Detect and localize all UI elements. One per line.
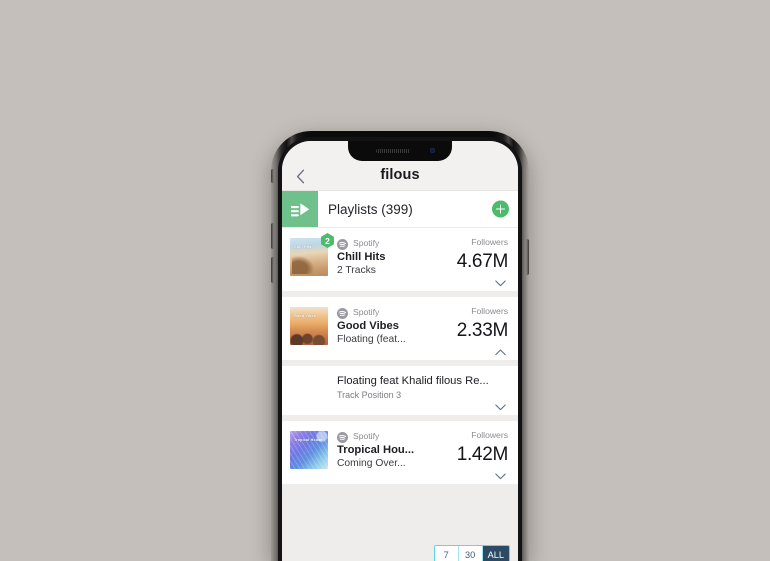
cover-title-text: Tropical House	[294, 438, 323, 442]
cover-title-text: Good Vibes	[294, 314, 316, 318]
date-range-toggle[interactable]: 7 30 ALL	[433, 545, 510, 561]
chevron-up-icon[interactable]	[290, 345, 510, 360]
back-chevron-icon[interactable]	[292, 167, 308, 185]
source-name: Spotify	[353, 430, 380, 441]
source-row: Spotify	[337, 305, 438, 319]
add-circle-icon[interactable]	[492, 200, 509, 218]
playlist-name: Tropical Hou...	[337, 444, 415, 456]
playlist-subtitle: 2 Tracks	[337, 265, 376, 276]
track-title: Floating feat Khalid filous Re...	[337, 375, 489, 387]
playlist-subtitle: Floating (feat...	[337, 334, 406, 345]
source-row: Spotify	[337, 236, 438, 250]
spotify-icon	[337, 430, 348, 443]
playlist-play-icon	[282, 191, 318, 227]
spotify-icon	[337, 237, 348, 250]
playlist-subtitle: Coming Over...	[337, 458, 406, 469]
playlist-list[interactable]: Chill Hits 2 Spotify Chill Hits 2 Tracks…	[282, 228, 518, 561]
volume-down-button[interactable]	[271, 257, 274, 283]
track-row[interactable]: Floating feat Khalid filous Re... Track …	[282, 366, 518, 415]
track-position: Track Position 3	[337, 390, 402, 400]
spotify-icon	[337, 306, 348, 319]
mute-switch-button[interactable]	[271, 169, 274, 183]
front-camera-icon	[430, 148, 435, 153]
source-name: Spotify	[353, 306, 380, 317]
page-title: filous	[380, 167, 420, 183]
playlist-thumbnail: Chill Hits 2	[290, 233, 334, 276]
playlist-row[interactable]: Tropical House Spotify Tropical Hou... C…	[282, 421, 518, 484]
cover-title-text: Chill Hits	[294, 245, 312, 249]
followers-label: Followers	[471, 430, 508, 440]
playlists-section-title: Playlists (399)	[328, 201, 413, 217]
power-button[interactable]	[526, 239, 529, 275]
playlist-cover-image: Good Vibes	[290, 307, 328, 345]
followers-label: Followers	[471, 237, 508, 247]
playlist-cover-image: Tropical House	[290, 431, 328, 469]
volume-up-button[interactable]	[271, 223, 274, 249]
source-name: Spotify	[353, 237, 380, 248]
followers-value: 2.33M	[456, 320, 509, 341]
followers-value: 4.67M	[456, 251, 509, 272]
device-notch	[348, 141, 452, 161]
playlist-row[interactable]: Good Vibes Spotify Good Vibes Floating (…	[282, 297, 518, 360]
playlist-name: Good Vibes	[337, 320, 399, 332]
chevron-down-icon[interactable]	[290, 400, 510, 415]
phone-device: filous Playlists (399) Chill Hits 2 Spot…	[271, 131, 529, 561]
playlists-section-bar: Playlists (399)	[282, 190, 518, 228]
playlist-row[interactable]: Chill Hits 2 Spotify Chill Hits 2 Tracks…	[282, 228, 518, 291]
speaker-grille-icon	[376, 149, 410, 153]
playlist-thumbnail: Good Vibes	[290, 307, 328, 345]
source-row: Spotify	[337, 429, 438, 443]
playlist-name: Chill Hits	[337, 251, 386, 263]
chevron-down-icon[interactable]	[290, 276, 510, 291]
phone-screen: filous Playlists (399) Chill Hits 2 Spot…	[282, 141, 518, 561]
followers-label: Followers	[471, 306, 508, 316]
chevron-down-icon[interactable]	[290, 469, 510, 484]
followers-value: 1.42M	[456, 444, 509, 465]
playlist-thumbnail: Tropical House	[290, 431, 328, 469]
